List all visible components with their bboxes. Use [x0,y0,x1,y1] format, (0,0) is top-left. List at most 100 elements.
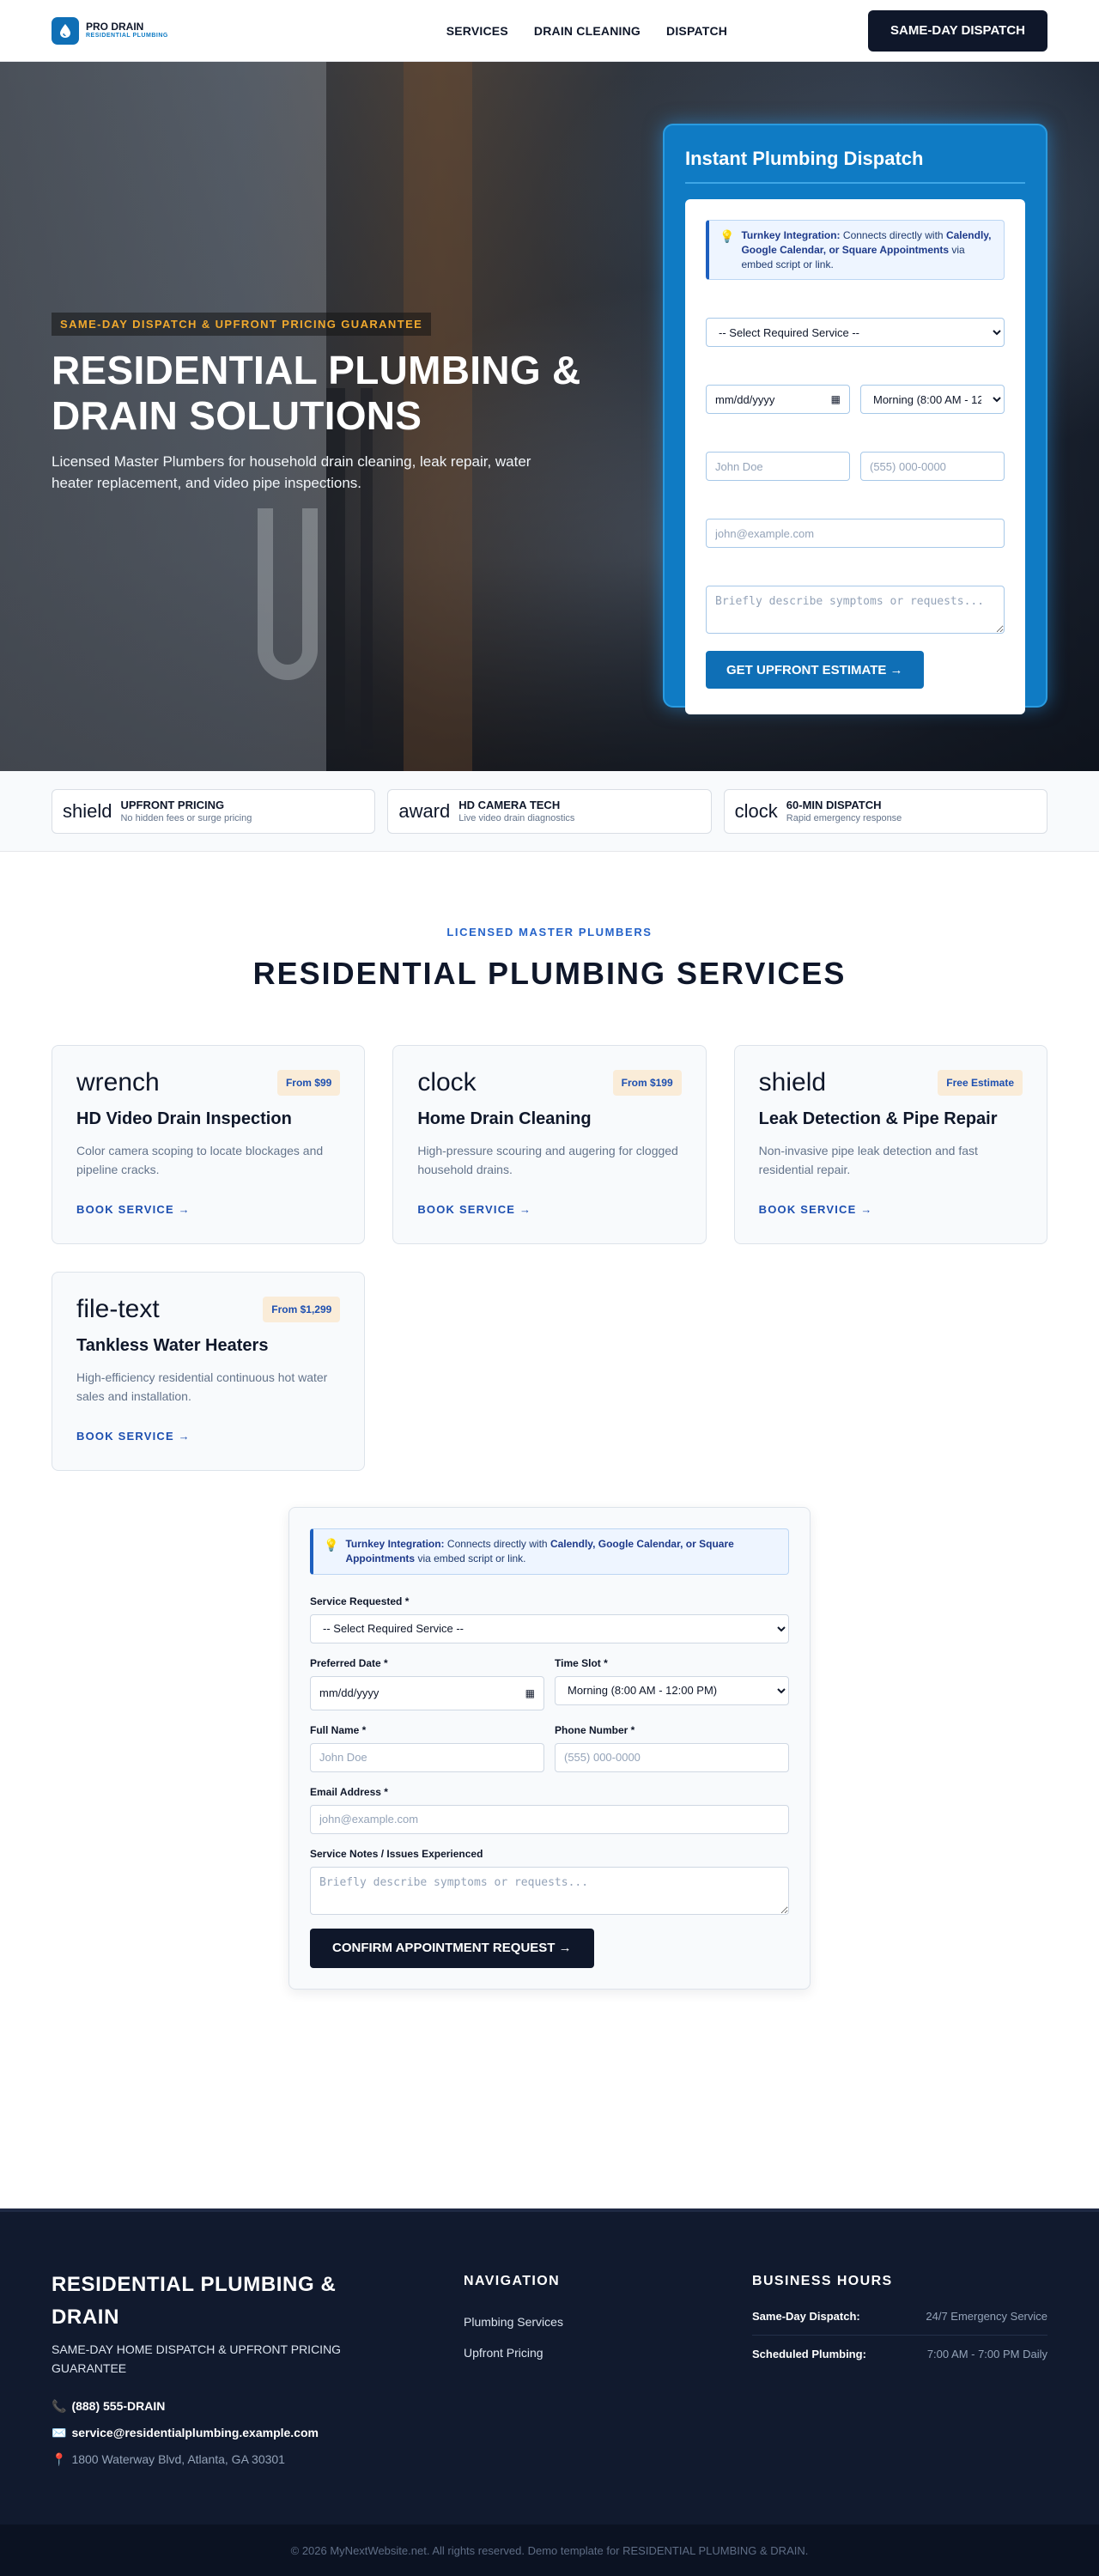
dispatch-phone-field: Phone Number * [860,434,1005,482]
notice-lead: Turnkey Integration: [741,229,841,241]
hours-label: Same-Day Dispatch: [752,2310,860,2323]
service-card: wrench From $99 HD Video Drain Inspection… [52,1045,366,1244]
date-value: mm/dd/yyyy [715,392,775,406]
booking-notes-field: Service Notes / Issues Experienced [310,1848,789,1915]
nav-link-dispatch[interactable]: DISPATCH [666,24,727,38]
footer-address-text: 1800 Waterway Blvd, Atlanta, GA 30301 [71,2452,285,2467]
trust-item: shield UPFRONT PRICING No hidden fees or … [52,788,376,834]
service-description: High-efficiency residential continuous h… [76,1370,328,1404]
dispatch-slot-field: Time Slot * Morning (8:00 AM - 12:00 PM) [860,368,1005,415]
phone-label: Phone Number * [860,434,941,447]
services-grid: wrench From $99 HD Video Drain Inspection… [52,1045,1047,1471]
trust-subtitle: Live video drain diagnostics [458,813,575,823]
dispatch-notes-field: Service Notes / Issues Experienced [706,568,1005,635]
lightbulb-icon: 💡 [324,1538,339,1552]
price-badge: From $1,299 [263,1297,341,1322]
integration-notice: 💡 Turnkey Integration: Connects directly… [706,220,1005,281]
nav-link-drain-cleaning[interactable]: DRAIN CLEANING [534,24,641,38]
clock-icon: clock [417,1068,477,1097]
trust-title: 60-MIN DISPATCH [786,799,882,811]
footer-tagline: SAME-DAY HOME DISPATCH & UPFRONT PRICING… [52,2342,342,2376]
phone-input[interactable] [555,1742,789,1772]
footer-link-plumbing-services[interactable]: Plumbing Services [464,2315,752,2329]
trust-title: HD CAMERA TECH [458,799,561,811]
phone-input[interactable] [860,452,1005,482]
phone-label: Phone Number * [555,1723,635,1736]
notes-textarea[interactable] [310,1866,789,1915]
services-eyebrow: LICENSED MASTER PLUMBERS [446,926,653,939]
date-value: mm/dd/yyyy [319,1686,379,1700]
service-description: Color camera scoping to locate blockages… [76,1144,324,1177]
footer-link-upfront-pricing[interactable]: Upfront Pricing [464,2346,752,2360]
notes-textarea[interactable] [706,586,1005,635]
date-input[interactable]: mm/dd/yyyy ▦ [706,385,850,415]
notice-tail: via embed script or link. [415,1552,526,1564]
footer-phone[interactable]: 📞 (888) 555-DRAIN [52,2399,464,2414]
book-service-link[interactable]: BOOK SERVICE → [417,1203,531,1216]
services-title: RESIDENTIAL PLUMBING SERVICES [252,956,847,991]
book-service-link[interactable]: BOOK SERVICE → [76,1430,191,1443]
hours-row: Same-Day Dispatch: 24/7 Emergency Service [752,2310,1047,2336]
get-upfront-estimate-button[interactable]: GET UPFRONT ESTIMATE → [706,651,924,690]
trust-item: award HD CAMERA TECH Live video drain dia… [387,788,712,834]
hours-value: 7:00 AM - 7:00 PM Daily [926,2348,1047,2360]
dispatch-email-field: Email Address * [706,501,1005,549]
calendar-icon[interactable]: ▦ [831,393,841,405]
service-title: Home Drain Cleaning [417,1109,592,1128]
award-icon: award [398,799,451,822]
footer-email[interactable]: ✉️ service@residentialplumbing.example.co… [52,2426,464,2440]
service-title: HD Video Drain Inspection [76,1109,292,1128]
full-name-input[interactable] [310,1742,544,1772]
integration-notice: 💡 Turnkey Integration: Connects directly… [310,1528,789,1575]
brand[interactable]: PRO DRAIN RESIDENTIAL PLUMBING [52,16,168,45]
service-select[interactable]: -- Select Required Service -- [310,1613,789,1643]
booking-slot-field: Time Slot * Morning (8:00 AM - 12:00 PM) [555,1657,789,1710]
notice-mid: Connects directly with [840,229,946,241]
hero-badge: SAME-DAY DISPATCH & UPFRONT PRICING GUAR… [52,313,432,336]
service-select[interactable]: -- Select Required Service -- [706,318,1005,348]
email-input[interactable] [706,519,1005,549]
notes-label: Service Notes / Issues Experienced [310,1847,483,1860]
page: PRO DRAIN RESIDENTIAL PLUMBING SERVICES … [0,0,1099,2576]
trust-subtitle: Rapid emergency response [786,813,902,823]
service-description: High-pressure scouring and augering for … [417,1144,678,1177]
email-input[interactable] [310,1804,789,1834]
nav-link-services[interactable]: SERVICES [446,24,508,38]
clock-icon: clock [734,799,778,822]
footer-hours-heading: BUSINESS HOURS [752,2274,893,2288]
time-slot-select[interactable]: Morning (8:00 AM - 12:00 PM) [555,1675,789,1705]
dispatch-card: Instant Plumbing Dispatch 💡 Turnkey Inte… [663,124,1047,715]
book-service-link[interactable]: BOOK SERVICE → [759,1203,873,1216]
notice-mid: Connects directly with [444,1538,550,1550]
hours-label: Scheduled Plumbing: [752,2348,866,2360]
full-name-input[interactable] [706,452,850,482]
service-description: Non-invasive pipe leak detection and fas… [758,1144,978,1177]
shield-icon: shield [63,799,112,822]
shield-icon: shield [758,1068,827,1097]
confirm-appointment-button[interactable]: CONFIRM APPOINTMENT REQUEST → [310,1928,594,1968]
booking-name-field: Full Name * [310,1724,544,1772]
hero-content: SAME-DAY DISPATCH & UPFRONT PRICING GUAR… [52,313,635,495]
trust-subtitle: No hidden fees or surge pricing [120,813,252,823]
notes-label: Service Notes / Issues Experienced [706,568,879,581]
service-title: Leak Detection & Pipe Repair [758,1109,998,1128]
email-label: Email Address * [706,501,784,514]
price-badge: From $99 [276,1070,341,1096]
name-label: Full Name * [706,434,762,447]
footer-phone-text: (888) 555-DRAIN [71,2399,166,2414]
dispatch-title: Instant Plumbing Dispatch [685,148,1025,184]
footer-copyright: © 2026 MyNextWebsite.net. All rights res… [0,2524,1099,2576]
water-drop-icon [52,16,79,45]
book-service-link[interactable]: BOOK SERVICE → [76,1203,191,1216]
email-label: Email Address * [310,1785,388,1798]
date-input[interactable]: mm/dd/yyyy ▦ [310,1675,544,1710]
footer-title: RESIDENTIAL PLUMBING & DRAIN [52,2273,337,2330]
dispatch-form: 💡 Turnkey Integration: Connects directly… [685,199,1025,715]
same-day-dispatch-button[interactable]: SAME-DAY DISPATCH [868,9,1047,52]
wrench-icon: wrench [76,1068,160,1097]
hero-text: Licensed Master Plumbers for household d… [52,453,531,492]
time-slot-select[interactable]: Morning (8:00 AM - 12:00 PM) [860,385,1005,415]
calendar-icon[interactable]: ▦ [525,1687,535,1699]
price-badge: From $199 [612,1070,682,1096]
service-label: Service Requested * [310,1595,410,1607]
